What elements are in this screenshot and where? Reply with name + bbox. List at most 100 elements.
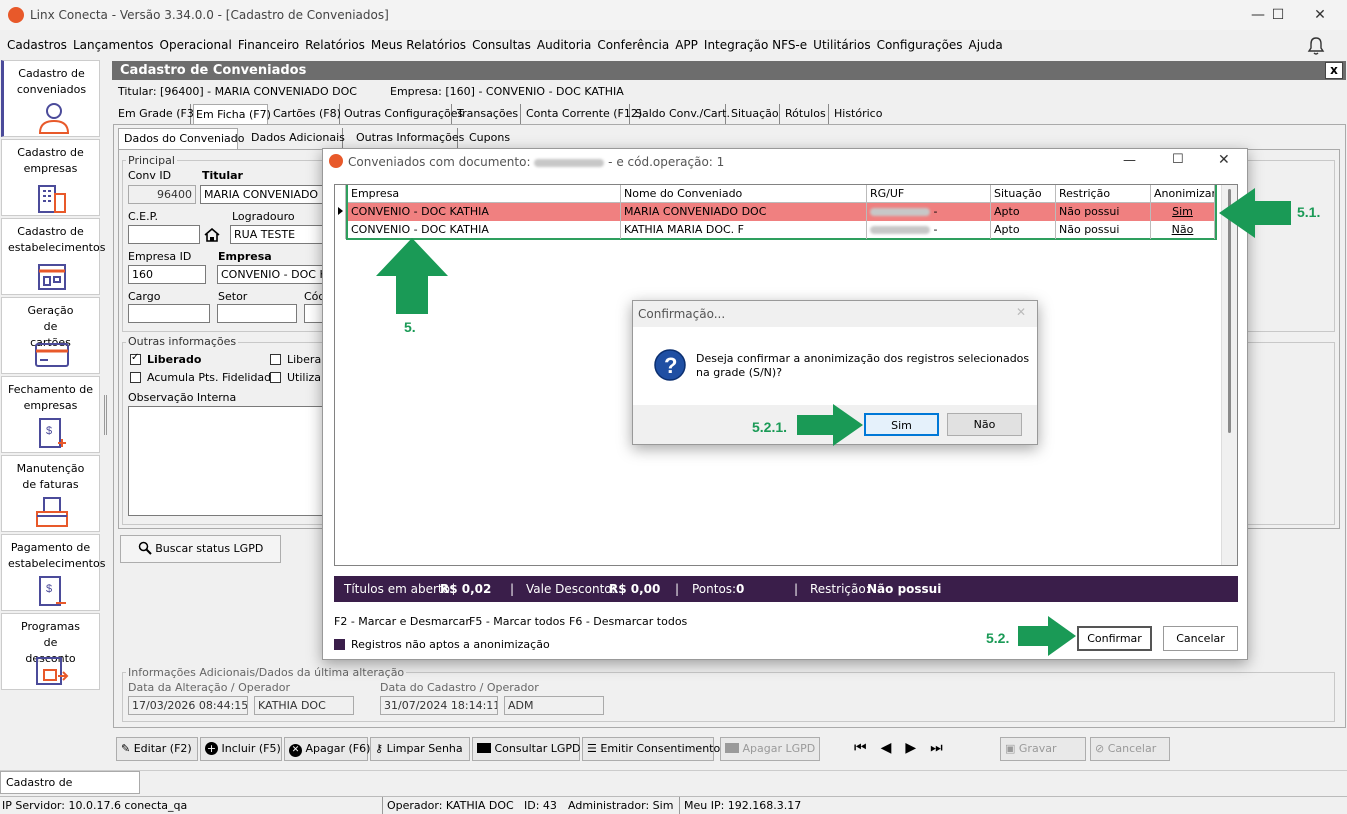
sidebar-item-faturas[interactable]: Manutenção de faturas [1,455,100,532]
tab-saldo[interactable]: Saldo Conv./Cart. [633,104,730,124]
consult-lgpd-button[interactable]: Consultar LGPD [472,737,580,761]
grid-scrollbar[interactable] [1221,185,1237,565]
menu-utilitarios[interactable]: Utilitários [813,33,870,57]
menu-lancamentos[interactable]: Lançamentos [73,33,154,57]
setor-field[interactable] [217,304,297,323]
empresa-field[interactable]: CONVENIO - DOC K [217,265,324,284]
menu-financeiro[interactable]: Financeiro [238,33,299,57]
tab-em-ficha[interactable]: Em Ficha (F7) [193,104,271,124]
tab-em-grade[interactable]: Em Grade (F3) [116,104,198,124]
home-icon[interactable] [204,228,220,242]
annotation-5-2-1: 5.2.1. [752,419,788,435]
edit-button[interactable]: ✎ Editar (F2) [116,737,198,761]
table-row-2-anonimizar[interactable]: Não [1151,221,1215,239]
splitter-handle[interactable] [104,395,107,435]
menu-conferencia[interactable]: Conferência [597,33,669,57]
table-row-1-restricao[interactable]: Não possui [1056,203,1151,221]
delete-lgpd-button[interactable]: Apagar LGPD [720,737,820,761]
buscar-lgpd-button[interactable]: Buscar status LGPD [120,535,281,563]
menu-relatorios[interactable]: Relatórios [305,33,365,57]
confirm-close-button[interactable]: ✕ [1016,305,1026,319]
dialog-minimize-button[interactable]: — [1123,153,1136,168]
col-header-restricao[interactable]: Restrição [1056,185,1151,203]
sidebar-item-empresas[interactable]: Cadastro de empresas [1,139,100,216]
menu-integracao-nfse[interactable]: Integração NFS-e [704,33,807,57]
info-adic-label: Informações Adicionais/Dados da última a… [126,666,407,679]
menu-consultas[interactable]: Consultas [472,33,531,57]
add-button[interactable]: + Incluir (F5) [200,737,282,761]
col-header-empresa[interactable]: Empresa [348,185,621,203]
libera-checkbox[interactable] [270,354,281,365]
menu-configuracoes[interactable]: Configurações [877,33,963,57]
menu-operacional[interactable]: Operacional [160,33,232,57]
last-record-icon[interactable]: ⏭ [930,740,957,756]
menu-cadastros[interactable]: Cadastros [7,33,67,57]
tab-cartoes[interactable]: Cartões (F8) [271,104,341,124]
col-header-rg[interactable]: RG/UF [867,185,991,203]
menu-app[interactable]: APP [675,33,698,57]
dialog-cancelar-button[interactable]: Cancelar [1163,626,1238,651]
tab-outras-config[interactable]: Outras Configurações [342,104,463,124]
sidebar-item-descontos[interactable]: Programas de desconto [1,613,100,690]
table-row-2-empresa[interactable]: CONVENIO - DOC KATHIA [348,221,621,239]
titular-field[interactable]: MARIA CONVENIADO D [200,185,324,204]
tab-transacoes[interactable]: Transações [455,104,521,124]
confirmar-button[interactable]: Confirmar [1077,626,1152,651]
form-close-button[interactable]: x [1325,62,1343,79]
utiliza-checkbox[interactable] [270,372,281,383]
tab-conta-corrente[interactable]: Conta Corrente (F12) [524,104,642,124]
subtab-dados-adicionais[interactable]: Dados Adicionais [243,128,345,150]
cancel-button[interactable]: ⊘ Cancelar [1090,737,1170,761]
liberado-checkbox[interactable]: ✓ [130,352,141,365]
sidebar-item-conveniados[interactable]: Cadastro de conveniados [1,60,100,137]
tab-rotulos[interactable]: Rótulos [783,104,829,124]
sidebar-item-cartoes[interactable]: Geração de cartões [1,297,100,374]
menu-meus-relatorios[interactable]: Meus Relatórios [371,33,466,57]
dialog-close-button[interactable]: ✕ [1218,152,1230,168]
table-row-1-nome[interactable]: MARIA CONVENIADO DOC [621,203,867,221]
col-header-anonimizar[interactable]: Anonimizar [1151,185,1215,203]
table-row-1-rg[interactable]: - [867,203,991,221]
cargo-field[interactable] [128,304,210,323]
sidebar-item-pagamento[interactable]: Pagamento de estabelecimentos $ [1,534,105,611]
table-row-2-nome[interactable]: KATHIA MARIA DOC. F [621,221,867,239]
table-row-2-restricao[interactable]: Não possui [1056,221,1151,239]
subtab-outras-info[interactable]: Outras Informações [348,128,464,150]
dialog-maximize-button[interactable]: ☐ [1172,152,1184,167]
close-window-button[interactable]: ✕ [1300,2,1340,28]
maximize-button[interactable]: ☐ [1258,2,1298,28]
table-row-2-situacao[interactable]: Apto [991,221,1056,239]
acumula-checkbox[interactable] [130,372,141,383]
confirm-no-button[interactable]: Não [947,413,1022,436]
tab-situacao[interactable]: Situação [729,104,780,124]
cod-field[interactable] [304,304,324,323]
table-row-2-rg[interactable]: - [867,221,991,239]
table-row-1-anonimizar[interactable]: Sim [1151,203,1215,221]
menu-ajuda[interactable]: Ajuda [969,33,1003,57]
subtab-cupons[interactable]: Cupons [461,128,516,150]
emit-consent-button[interactable]: ☰ Emitir Consentimento [582,737,720,761]
tab-historico[interactable]: Histórico [832,104,882,124]
delete-button[interactable]: ✕ Apagar (F6) [284,737,370,761]
bell-icon[interactable] [1306,36,1326,56]
sidebar-item-estabelecimentos[interactable]: Cadastro de estabelecimentos [1,218,105,295]
table-row-1-situacao[interactable]: Apto [991,203,1056,221]
menu-auditoria[interactable]: Auditoria [537,33,591,57]
confirm-yes-button[interactable]: Sim [864,413,939,436]
obs-textarea[interactable] [128,406,324,516]
clear-password-button[interactable]: ⚷ Limpar Senha [370,737,470,761]
logradouro-field[interactable]: RUA TESTE [230,225,324,244]
conv-id-field[interactable]: 96400 [128,185,196,204]
col-header-situacao[interactable]: Situação [991,185,1056,203]
cep-field[interactable] [128,225,200,244]
next-record-icon[interactable]: ▶ [905,740,930,756]
sidebar-item-fechamento[interactable]: Fechamento de empresas $ [1,376,100,453]
col-header-nome[interactable]: Nome do Conveniado [621,185,867,203]
save-button[interactable]: ▣ Gravar [1000,737,1086,761]
table-row-1-empresa[interactable]: CONVENIO - DOC KATHIA [348,203,621,221]
first-record-icon[interactable]: ⏮ [854,740,881,756]
taskbar-item-conveniados[interactable]: Cadastro de Conveniados [0,771,140,810]
empresa-id-field[interactable]: 160 [128,265,206,284]
prev-record-icon[interactable]: ◀ [881,740,906,756]
subtab-dados-conveniado[interactable]: Dados do Conveniado [118,128,245,150]
